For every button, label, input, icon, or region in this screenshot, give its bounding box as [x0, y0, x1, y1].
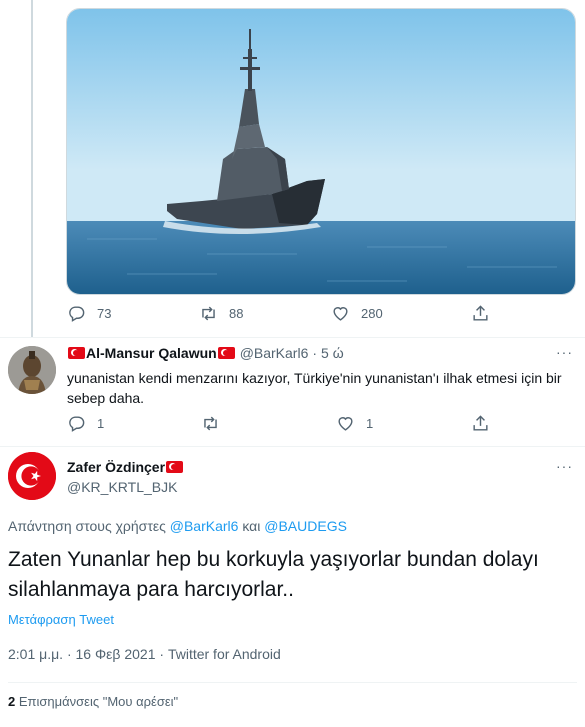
reply-button[interactable]: 1: [67, 414, 104, 433]
like-icon: [338, 417, 353, 431]
like-button[interactable]: 280: [331, 304, 383, 323]
turkish-flag-avatar: [8, 452, 56, 500]
avatar[interactable]: [8, 346, 56, 394]
likes-count: 2: [8, 694, 16, 709]
avatar-warrior-image: [8, 346, 56, 394]
reply-count: 73: [97, 306, 112, 321]
tweet-date[interactable]: 16 Φεβ 2021: [76, 646, 156, 662]
likes-label: Επισημάνσεις "Μου αρέσει": [18, 694, 179, 709]
reply-tweet-actions: 1 1: [0, 414, 585, 434]
turkish-flag-icon: [166, 461, 184, 473]
avatar[interactable]: [8, 452, 56, 500]
parent-tweet-actions: 73 88 280: [0, 304, 585, 324]
like-icon: [333, 307, 348, 321]
divider: [0, 446, 585, 447]
turkish-flag-icon: [217, 347, 235, 359]
replying-to: Απάντηση στους χρήστες @BarKarl6 και @BA…: [8, 518, 347, 534]
replying-prefix: Απάντηση στους χρήστες: [8, 518, 166, 534]
like-button[interactable]: 1: [336, 414, 373, 433]
separator-dot: ·: [159, 646, 165, 662]
share-icon: [473, 305, 488, 321]
main-tweet-text: Zaten Yunanlar hep bu korkuyla yaşıyorla…: [8, 548, 539, 601]
tweet-time[interactable]: 2:01 μ.μ.: [8, 646, 63, 662]
main-author[interactable]: Zafer Özdinçer: [67, 459, 184, 475]
tweet-source[interactable]: Twitter for Android: [168, 646, 281, 662]
reply-tweet-text: yunanistan kendi menzarını kazıyor, Türk…: [67, 370, 562, 406]
reply-icon: [69, 416, 85, 432]
replying-and: και: [242, 518, 261, 534]
more-icon[interactable]: ···: [556, 344, 573, 360]
more-icon[interactable]: ···: [556, 458, 573, 474]
reply-time[interactable]: 5 ώ: [321, 345, 344, 361]
retweet-button[interactable]: 88: [199, 304, 243, 323]
reply-icon: [69, 306, 85, 322]
reply-handle[interactable]: @BarKarl6: [240, 345, 309, 361]
main-display-name[interactable]: Zafer Özdinçer: [67, 459, 165, 475]
retweet-button[interactable]: [201, 414, 220, 433]
reply-button[interactable]: 73: [67, 304, 111, 323]
turkish-flag-icon: [68, 347, 85, 359]
tweet-media-image[interactable]: [66, 8, 576, 295]
reply-display-name[interactable]: Al-Mansur Qalawun: [86, 345, 217, 361]
thread-connector-line: [31, 0, 33, 338]
separator-dot: ·: [66, 646, 72, 662]
separator-dot: ·: [312, 345, 318, 361]
share-icon: [473, 415, 488, 431]
mention-link[interactable]: @BarKarl6: [170, 518, 239, 534]
divider: [0, 337, 585, 338]
main-handle[interactable]: @KR_KRTL_BJK: [67, 479, 177, 495]
like-count: 1: [366, 416, 374, 431]
reply-author[interactable]: Al-Mansur Qalawun @BarKarl6 · 5 ώ: [67, 345, 344, 361]
divider: [8, 682, 577, 683]
retweet-icon: [204, 416, 217, 431]
translate-tweet-link[interactable]: Μετάφραση Tweet: [8, 612, 114, 627]
retweet-icon: [202, 306, 215, 321]
share-button[interactable]: [471, 304, 490, 323]
like-count: 280: [361, 306, 383, 321]
share-button[interactable]: [471, 414, 490, 433]
tweet-meta: 2:01 μ.μ. · 16 Φεβ 2021 · Twitter for An…: [8, 646, 281, 662]
warship-photo: [67, 9, 575, 294]
reply-count: 1: [97, 416, 105, 431]
retweet-count: 88: [229, 306, 244, 321]
likes-summary[interactable]: 2 Επισημάνσεις "Μου αρέσει": [8, 694, 178, 709]
mention-link[interactable]: @BAUDEGS: [264, 518, 347, 534]
